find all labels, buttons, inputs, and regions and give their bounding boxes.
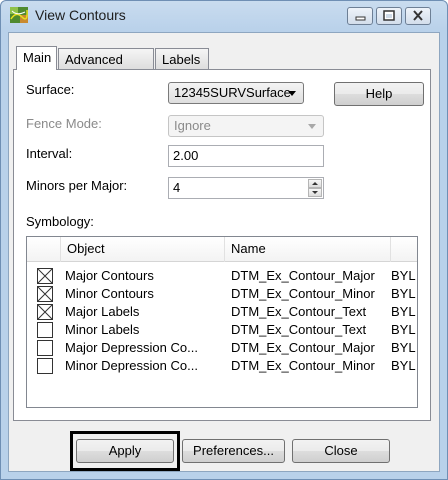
table-row[interactable]: Major Contours DTM_Ex_Contour_Major BYL xyxy=(27,267,417,285)
row-extra: BYL xyxy=(391,268,416,283)
tab-advanced[interactable]: Advanced xyxy=(58,48,154,70)
fence-mode-label: Fence Mode: xyxy=(26,116,102,131)
checkbox-x-icon xyxy=(37,268,53,284)
spin-down-icon xyxy=(312,191,318,194)
row-extra: BYL xyxy=(391,340,416,355)
minimize-button[interactable] xyxy=(347,7,373,25)
header-extra[interactable] xyxy=(391,237,417,262)
contour-map-icon xyxy=(10,7,28,23)
table-header: Object Name xyxy=(27,237,417,262)
table-row[interactable]: Minor Contours DTM_Ex_Contour_Minor BYL xyxy=(27,285,417,303)
surface-dropdown[interactable]: 12345SURVSurface xyxy=(168,82,304,104)
interval-field[interactable]: 2.00 xyxy=(168,145,324,167)
table-row[interactable]: Minor Depression Co... DTM_Ex_Contour_Mi… xyxy=(27,357,417,375)
row-object: Major Contours xyxy=(65,268,154,283)
row-object: Major Depression Co... xyxy=(65,340,198,355)
window-title: View Contours xyxy=(35,7,126,23)
row-name: DTM_Ex_Contour_Minor xyxy=(231,358,375,373)
interval-label: Interval: xyxy=(26,146,73,161)
row-object: Minor Contours xyxy=(65,286,154,301)
header-check-column[interactable] xyxy=(27,237,61,262)
close-dialog-button[interactable]: Close xyxy=(292,439,390,463)
row-checkbox[interactable] xyxy=(37,304,53,320)
symbology-table[interactable]: Object Name Major Contours DTM_Ex_Contou… xyxy=(26,236,418,408)
maximize-button[interactable] xyxy=(376,7,402,25)
minors-per-major-stepper[interactable]: 4 xyxy=(168,177,324,199)
row-extra: BYL xyxy=(391,304,416,319)
close-icon xyxy=(413,10,423,21)
row-name: DTM_Ex_Contour_Minor xyxy=(231,286,375,301)
maximize-icon xyxy=(383,10,395,21)
row-name: DTM_Ex_Contour_Text xyxy=(231,304,367,319)
apply-button[interactable]: Apply xyxy=(76,439,174,463)
tab-labels[interactable]: Labels xyxy=(155,48,209,70)
spin-down-button[interactable] xyxy=(308,188,322,197)
table-row[interactable]: Major Depression Co... DTM_Ex_Contour_Ma… xyxy=(27,339,417,357)
header-object[interactable]: Object xyxy=(61,237,225,262)
header-name[interactable]: Name xyxy=(225,237,391,262)
row-object: Major Labels xyxy=(65,304,140,319)
minimize-icon xyxy=(355,16,366,21)
preferences-button[interactable]: Preferences... xyxy=(182,439,285,463)
row-checkbox[interactable] xyxy=(37,340,53,356)
row-name: DTM_Ex_Contour_Major xyxy=(231,268,375,283)
row-checkbox[interactable] xyxy=(37,322,53,338)
surface-value: 12345SURVSurface xyxy=(174,85,291,100)
chevron-down-icon xyxy=(308,124,316,129)
tab-main[interactable]: Main xyxy=(16,46,57,70)
fence-mode-value: Ignore xyxy=(174,118,211,133)
row-checkbox[interactable] xyxy=(37,286,53,302)
row-checkbox[interactable] xyxy=(37,268,53,284)
help-button[interactable]: Help xyxy=(334,82,424,106)
surface-label: Surface: xyxy=(26,82,75,97)
fence-mode-dropdown[interactable]: Ignore xyxy=(168,115,324,137)
spin-up-button[interactable] xyxy=(308,179,322,188)
row-extra: BYL xyxy=(391,286,416,301)
checkbox-x-icon xyxy=(37,286,53,302)
close-button[interactable] xyxy=(405,7,431,25)
row-object: Minor Labels xyxy=(65,322,140,337)
title-bar[interactable]: View Contours xyxy=(1,1,447,29)
spin-up-icon xyxy=(312,182,318,185)
row-extra: BYL xyxy=(391,322,416,337)
row-extra: BYL xyxy=(391,358,416,373)
chevron-down-icon xyxy=(288,91,296,96)
row-name: DTM_Ex_Contour_Major xyxy=(231,340,375,355)
minors-per-major-value: 4 xyxy=(173,180,181,195)
row-name: DTM_Ex_Contour_Text xyxy=(231,322,367,337)
table-row[interactable]: Major Labels DTM_Ex_Contour_Text BYL xyxy=(27,303,417,321)
table-row[interactable]: Minor Labels DTM_Ex_Contour_Text BYL xyxy=(27,321,417,339)
checkbox-x-icon xyxy=(37,304,53,320)
row-object: Minor Depression Co... xyxy=(65,358,198,373)
minors-per-major-label: Minors per Major: xyxy=(26,178,128,193)
symbology-label: Symbology: xyxy=(26,214,94,229)
row-checkbox[interactable] xyxy=(37,358,53,374)
